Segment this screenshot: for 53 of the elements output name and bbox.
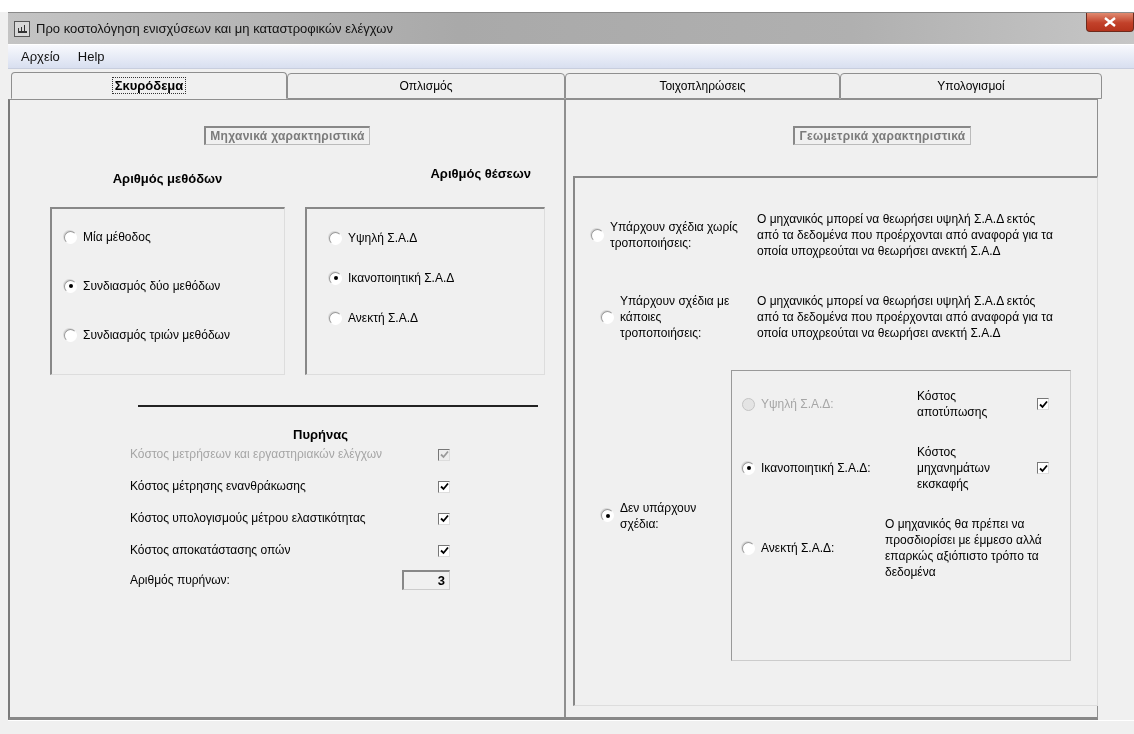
radio-label: Υψηλή Σ.Α.Δ:	[761, 397, 834, 411]
radio-label: Ικανοποιητική Σ.Α.Δ:	[761, 461, 871, 475]
count-field[interactable]: 3	[402, 570, 450, 590]
radio-button[interactable]	[601, 310, 614, 324]
checkbox-label: Κόστος μέτρησης ενανθράκωσης	[130, 479, 307, 494]
radio-button[interactable]	[64, 328, 77, 342]
radio-label: Μία μέθοδος	[83, 230, 151, 244]
checkbox[interactable]	[438, 480, 450, 493]
section-heading: Αριθμός μεθόδων	[111, 171, 224, 188]
checkbox-label: Κόστος αποτύπωσης	[917, 388, 989, 420]
tab[interactable]: Τοιχοπληρώσεις	[565, 73, 840, 99]
radio-button[interactable]	[64, 279, 77, 293]
tab[interactable]: Σκυρόδεμα	[11, 72, 287, 99]
menu-item[interactable]: Help	[75, 48, 107, 65]
group-label: Μηχανικά χαρακτηριστικά	[204, 126, 370, 145]
radio-button[interactable]	[601, 509, 614, 522]
radio-label: Υψηλή Σ.Α.Δ	[348, 231, 418, 245]
radio-label: Συνδιασμός δύο μεθόδων	[83, 279, 221, 293]
checkbox-label: Κόστος μηχανημάτων εκσκαφής	[917, 444, 991, 492]
checkbox-label: Κόστος μετρήσεων και εργαστηριακών ελέγχων	[130, 447, 384, 462]
tab[interactable]: Οπλισμός	[287, 73, 565, 99]
close-button[interactable]	[1086, 13, 1134, 32]
checkbox-label: Κόστος υπολογισμούς μέτρου ελαστικότητας	[130, 511, 367, 526]
group-label: Γεωμετρικά χαρακτηριστικά	[793, 126, 971, 145]
radio-label: Υπάρχουν σχέδια με κάποιες τροποποιήσεις:	[620, 293, 730, 341]
window-title: Προ κοστολόγηση ενισχύσεων και μη καταστροφικών ελέγχων	[36, 21, 393, 36]
checkbox[interactable]	[438, 512, 450, 525]
radio-button[interactable]	[329, 311, 342, 325]
checkbox-label: Κόστος αποκατάστασης οπών	[130, 543, 292, 558]
checkbox[interactable]	[1037, 462, 1049, 474]
app-icon	[14, 20, 30, 37]
description-text: Ο μηχανικός μπορεί να θεωρήσει υψηλή Σ.Α.Δ εκτός από τα δεδομένα που προέρχονται από αναφορά για τα οποία υποχρεούται να θεωρήσει ανεκτή Σ.Α.Δ	[757, 211, 1053, 259]
checkbox[interactable]	[438, 544, 450, 557]
radio-label: Ικανοποιητική Σ.Α.Δ	[348, 271, 455, 285]
description-text: Ο μηχανικός θα πρέπει να προσδιορίσει με έμμεσο αλλά επαρκώς αξιόπιστο τρόπο τα δεδομένα	[885, 516, 1043, 580]
radio-button[interactable]	[742, 541, 755, 555]
radio-button[interactable]	[64, 230, 77, 244]
menu-item[interactable]: Αρχείο	[19, 48, 62, 65]
radio-button[interactable]	[329, 271, 342, 285]
section-heading: Πυρήνας	[292, 427, 349, 442]
description-text: Ο μηχανικός μπορεί να θεωρήσει υψηλή Σ.Α.Δ εκτός από τα δεδομένα που προέρχονται από αναφορά για τα οποία υποχρεούται να θεωρήσει ανεκτή Σ.Α.Δ	[757, 293, 1053, 341]
radio-button[interactable]	[329, 231, 342, 245]
radio-label: Δεν υπάρχουν σχέδια:	[620, 499, 698, 532]
tab[interactable]: Υπολογισμοί	[840, 73, 1102, 99]
close-icon	[1104, 17, 1116, 27]
radio-button[interactable]	[591, 228, 604, 242]
radio-label: Συνδιασμός τριών μεθόδων	[83, 328, 230, 342]
radio-button[interactable]	[742, 461, 755, 475]
section-heading: Αριθμός θέσεων	[429, 166, 532, 183]
radio-label: Ανεκτή Σ.Α.Δ	[348, 311, 418, 325]
radio-label: Υπάρχουν σχέδια χωρίς τροποποιήσεις:	[610, 219, 739, 251]
radio-label: Ανεκτή Σ.Α.Δ:	[761, 541, 835, 555]
field-label: Αριθμός πυρήνων:	[130, 573, 230, 587]
